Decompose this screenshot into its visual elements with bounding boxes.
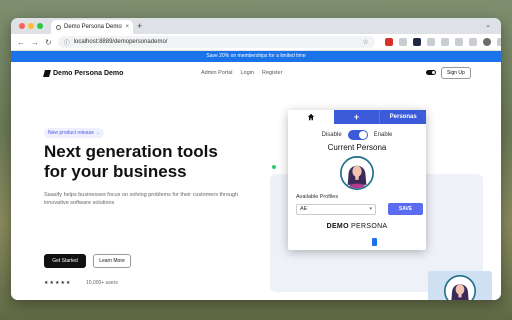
release-badge[interactable]: New product release → [44,128,105,138]
site-header: Demo Persona Demo Admin Portal Login Reg… [11,62,501,84]
enable-toggle-row: Disable Enable [288,130,426,140]
hero-subtitle: Saasify helps businesses focus on solvin… [44,192,239,206]
site-nav: Admin Portal Login Register [201,70,282,76]
tab-add-persona[interactable]: + [333,110,380,124]
site-info-icon[interactable]: ⓘ [64,38,70,47]
clipboard-icon[interactable] [426,38,435,46]
close-tab-icon[interactable]: × [125,24,129,30]
bookmark-star-icon[interactable]: ☆ [362,38,368,46]
close-window-button[interactable] [19,23,25,29]
new-tab-button[interactable]: + [137,21,142,31]
enable-label: Enable [373,132,393,138]
current-persona-heading: Current Persona [327,143,387,152]
globe-icon [56,24,61,30]
available-profiles-label: Available Profiles [296,194,339,200]
nav-register[interactable]: Register [262,70,282,76]
signup-button[interactable]: Sign Up [441,67,471,79]
extension-icons [384,38,501,46]
persona-card-avatar [444,275,476,300]
menu-icon[interactable] [496,38,501,46]
tab-title: Demo Persona Demo [64,24,122,30]
browser-tab[interactable]: Demo Persona Demo × [51,20,133,34]
web-page: Demo Persona Demo Admin Portal Login Reg… [11,62,501,300]
brand-name: Demo Persona Demo [53,69,124,77]
save-button[interactable]: SAVE [388,203,423,215]
tab-personas[interactable]: Personas [379,110,427,124]
theme-toggle[interactable] [426,70,436,75]
maximize-window-button[interactable] [37,23,43,29]
hero-title: Next generation tools for your business [44,142,218,181]
nav-admin-portal[interactable]: Admin Portal [201,70,233,76]
promo-banner: Save 20% on memberships for a limited ti… [11,51,501,62]
brand[interactable]: Demo Persona Demo [43,69,124,77]
tab-search-icon[interactable]: ⌄ [485,21,491,29]
users-count: 10,000+ users [86,280,118,286]
chevron-down-icon: ▾ [369,206,372,212]
reload-button[interactable]: ↻ [45,38,52,47]
puzzle-icon[interactable] [440,38,449,46]
status-dot [272,165,276,169]
popup-tabs: + Personas [288,110,427,124]
sidebar-icon[interactable] [468,38,477,46]
logo-rest: PERSONA [348,223,388,230]
url-text: localhost:8889/demopersonademo/ [73,39,168,45]
extension-red-icon[interactable] [384,38,393,46]
enable-switch[interactable] [347,130,368,140]
persona-avatar [340,156,374,190]
logo-bold: DEMO [326,223,349,230]
rating-stars: ★★★★★ [44,280,72,286]
selected-profile: AE [300,206,308,212]
back-button[interactable]: ← [17,38,25,47]
demo-persona-logo: DEMO PERSONA [288,223,426,230]
floating-persona-card[interactable]: AE [428,271,492,300]
minimize-window-button[interactable] [28,23,34,29]
download-icon[interactable] [454,38,463,46]
browser-toolbar: ← → ↻ ⓘ localhost:8889/demopersonademo/ … [11,34,501,51]
persona-extension-popup: + Personas Disable Enable Current Person… [288,110,427,250]
learn-more-button[interactable]: Learn More [93,254,131,268]
profile-avatar[interactable] [482,38,491,46]
nav-login[interactable]: Login [241,70,254,76]
profile-row: AE ▾ SAVE [296,203,426,215]
brand-logo-icon [43,69,51,77]
browser-window: Demo Persona Demo × + ⌄ ← → ↻ ⓘ localhos… [11,18,501,300]
profile-select[interactable]: AE ▾ [296,203,376,215]
tab-home[interactable] [288,110,334,124]
home-icon [307,113,315,121]
tab-bar: Demo Persona Demo × + ⌄ [11,18,501,34]
disable-label: Disable [321,132,342,138]
address-bar[interactable]: ⓘ localhost:8889/demopersonademo/ ☆ [57,36,375,48]
get-started-button[interactable]: Get Started [44,254,86,268]
persona-extension-icon[interactable] [412,38,421,46]
mouse-cursor-icon [372,238,377,246]
forward-button[interactable]: → [31,38,39,47]
extension-icon[interactable] [398,38,407,46]
